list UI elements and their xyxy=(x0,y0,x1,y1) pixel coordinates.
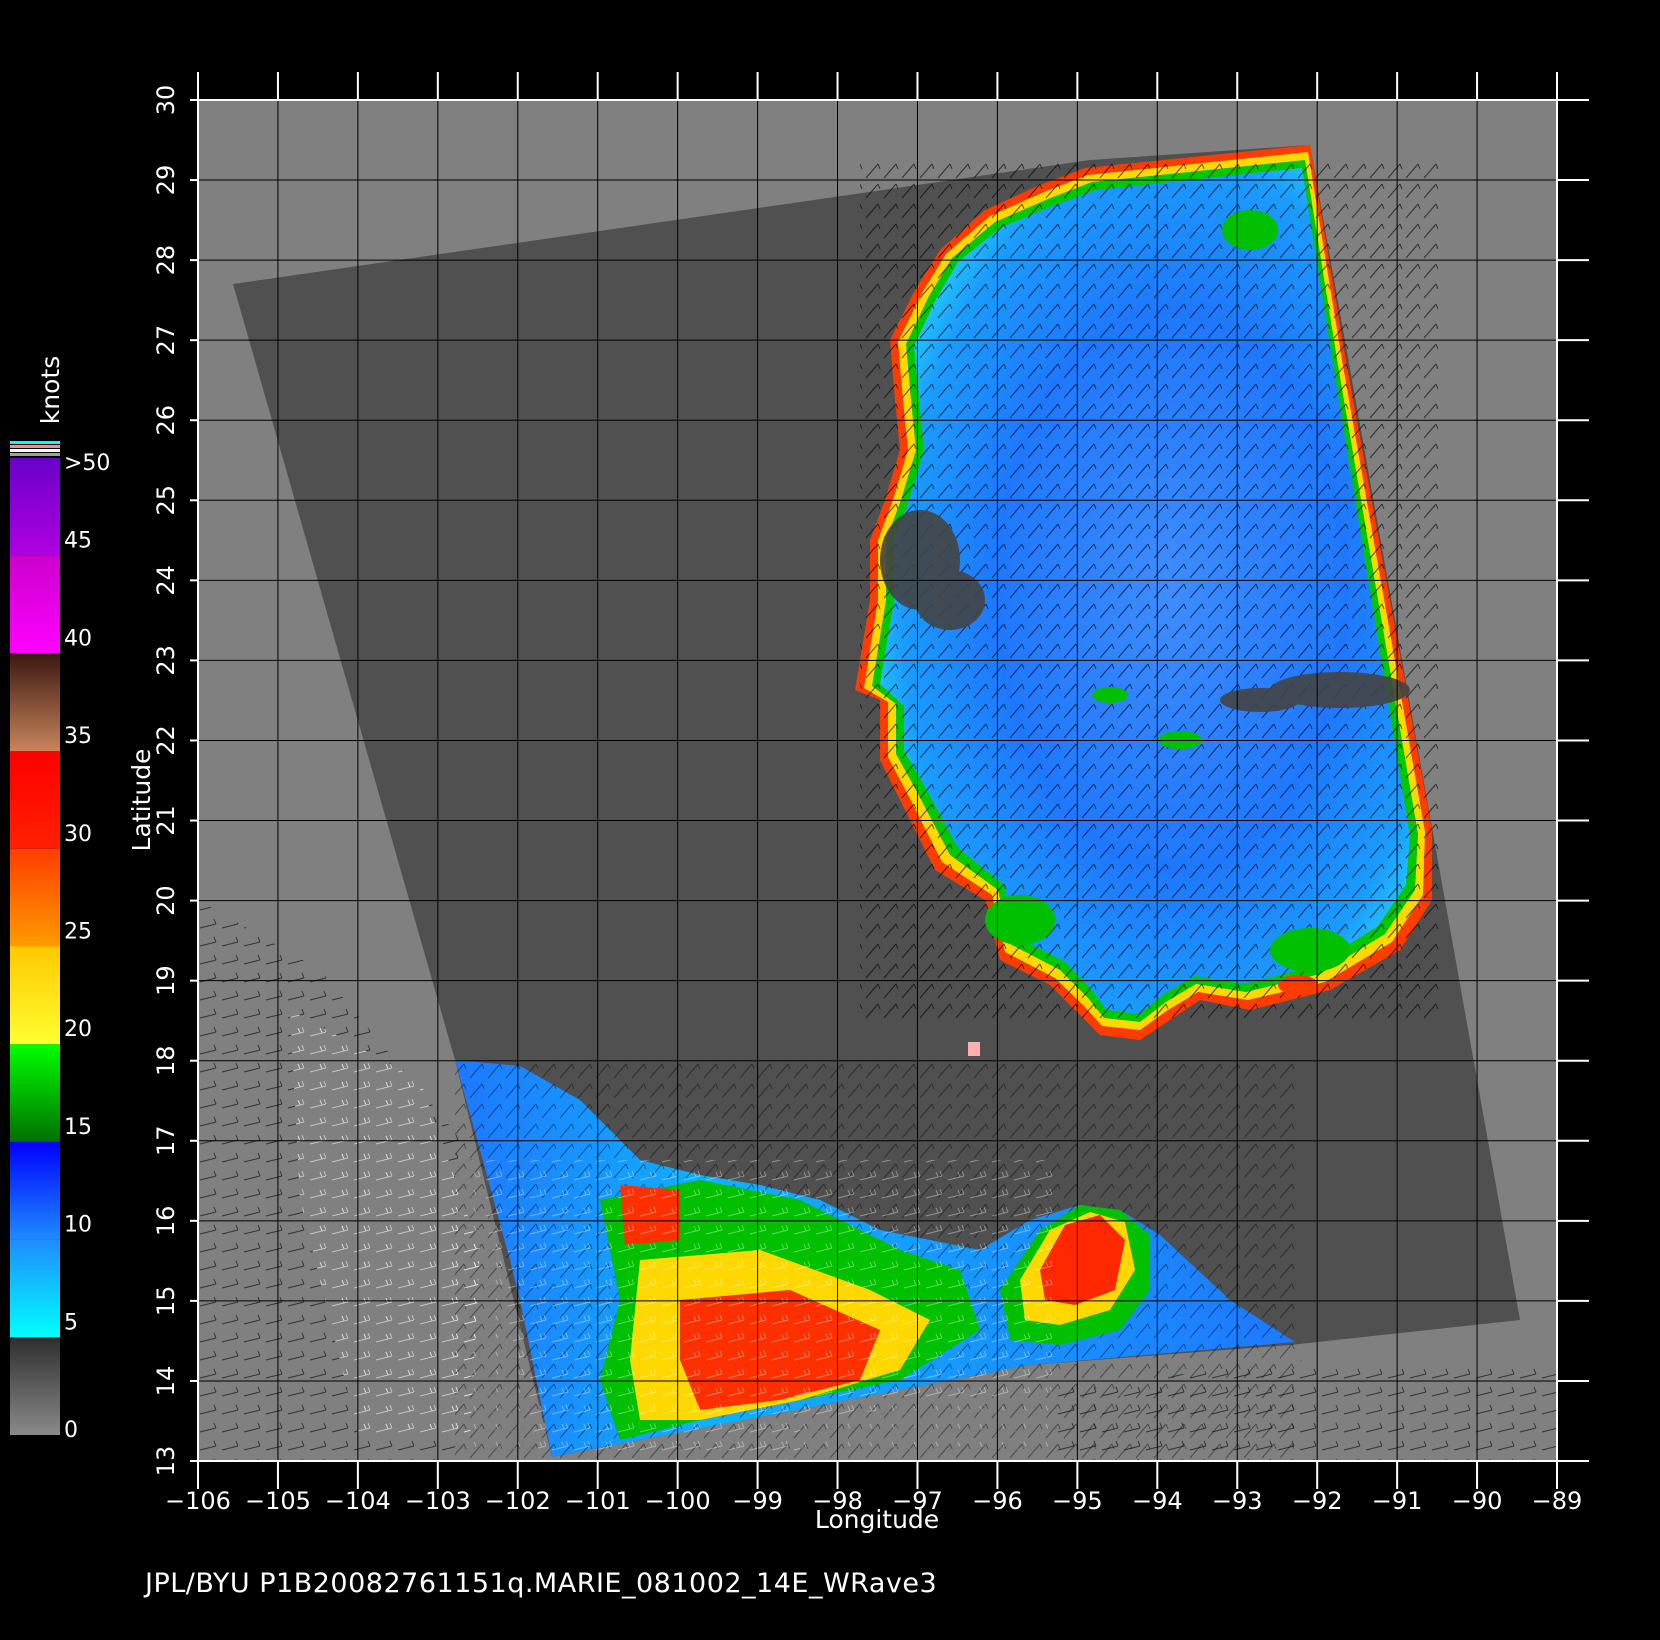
pacific-wind-field xyxy=(455,1060,1295,1460)
lat-tick-label: 24 xyxy=(152,565,180,596)
colorbar-segment xyxy=(10,555,60,654)
lon-tick-label: −102 xyxy=(485,1487,551,1515)
wind-map-figure: −106 −105 −104 −103 −102 −101 −100 −99 −98 −97 −96… xyxy=(10,72,1589,1534)
colorbar-segment xyxy=(10,1044,60,1142)
colorbar-tick-label: >50 xyxy=(64,451,110,476)
x-axis-label: Longitude xyxy=(815,1505,939,1534)
lat-tick-label: 15 xyxy=(152,1286,180,1317)
gulf-wind-field xyxy=(855,145,1440,1040)
colorbar: knots >50 45 40 35 30 25 20 15 10 5 0 xyxy=(10,356,110,1443)
lat-tick-label: 23 xyxy=(152,645,180,676)
lat-tick-label: 30 xyxy=(152,85,180,116)
colorbar-segment xyxy=(10,946,60,1045)
colorbar-tick-label: 20 xyxy=(64,1017,92,1042)
lat-tick-label: 16 xyxy=(152,1206,180,1237)
colorbar-tick-labels: >50 45 40 35 30 25 20 15 10 5 0 xyxy=(64,451,110,1443)
lon-tick-label: −89 xyxy=(1532,1487,1583,1515)
isolated-cell xyxy=(968,1042,980,1056)
lat-tick-label: 13 xyxy=(152,1446,180,1477)
colorbar-segment xyxy=(10,1337,60,1435)
colorbar-segment xyxy=(10,1239,60,1338)
lat-tick-label: 20 xyxy=(152,885,180,916)
lon-tick-label: −95 xyxy=(1052,1487,1103,1515)
colorbar-tick-label: 35 xyxy=(64,724,92,749)
colorbar-tick-label: 40 xyxy=(64,626,92,651)
lon-tick-label: −92 xyxy=(1292,1487,1343,1515)
colorbar-tick-label: 5 xyxy=(64,1310,78,1335)
lon-tick-label: −101 xyxy=(565,1487,631,1515)
colorbar-overflow-strip xyxy=(10,441,60,456)
latitude-tick-labels: 13 14 15 16 17 18 19 20 21 22 23 24 25 26 27 28 29 30 xyxy=(152,85,180,1477)
lon-tick-label: −103 xyxy=(405,1487,471,1515)
lat-tick-label: 29 xyxy=(152,165,180,196)
colorbar-segments xyxy=(10,458,60,1435)
colorbar-segment xyxy=(10,1141,60,1240)
colorbar-segment xyxy=(10,653,60,752)
y-axis-label: Latitude xyxy=(127,749,156,852)
lon-tick-label: −96 xyxy=(972,1487,1023,1515)
colorbar-tick-label: 45 xyxy=(64,529,92,554)
colorbar-tick-label: 15 xyxy=(64,1115,92,1140)
lon-tick-label: −106 xyxy=(165,1487,231,1515)
lat-tick-label: 19 xyxy=(152,965,180,996)
map-plot-area xyxy=(198,100,1557,1461)
colorbar-segment xyxy=(10,751,60,849)
lat-tick-label: 14 xyxy=(152,1366,180,1397)
lat-tick-label: 27 xyxy=(152,325,180,356)
lon-tick-label: −90 xyxy=(1452,1487,1503,1515)
colorbar-tick-label: 25 xyxy=(64,920,92,945)
lon-tick-label: −100 xyxy=(645,1487,711,1515)
lat-tick-label: 25 xyxy=(152,485,180,516)
lon-tick-label: −91 xyxy=(1372,1487,1423,1515)
lat-tick-label: 17 xyxy=(152,1125,180,1156)
lon-tick-label: −105 xyxy=(245,1487,311,1515)
lat-tick-label: 18 xyxy=(152,1045,180,1076)
lon-tick-label: −93 xyxy=(1212,1487,1263,1515)
colorbar-segment xyxy=(10,458,60,556)
colorbar-title: knots xyxy=(36,356,65,424)
lat-tick-label: 28 xyxy=(152,245,180,276)
lon-tick-label: −99 xyxy=(732,1487,783,1515)
lon-tick-label: −94 xyxy=(1132,1487,1183,1515)
lat-tick-label: 21 xyxy=(152,805,180,836)
colorbar-segment xyxy=(10,848,60,947)
lat-tick-label: 26 xyxy=(152,405,180,436)
lat-tick-label: 22 xyxy=(152,725,180,756)
colorbar-tick-label: 30 xyxy=(64,822,92,847)
footer-caption: JPL/BYU P1B20082761151q.MARIE_081002_14E… xyxy=(145,1568,938,1599)
lon-tick-label: −104 xyxy=(325,1487,391,1515)
colorbar-tick-label: 0 xyxy=(64,1418,78,1443)
colorbar-tick-label: 10 xyxy=(64,1213,92,1238)
